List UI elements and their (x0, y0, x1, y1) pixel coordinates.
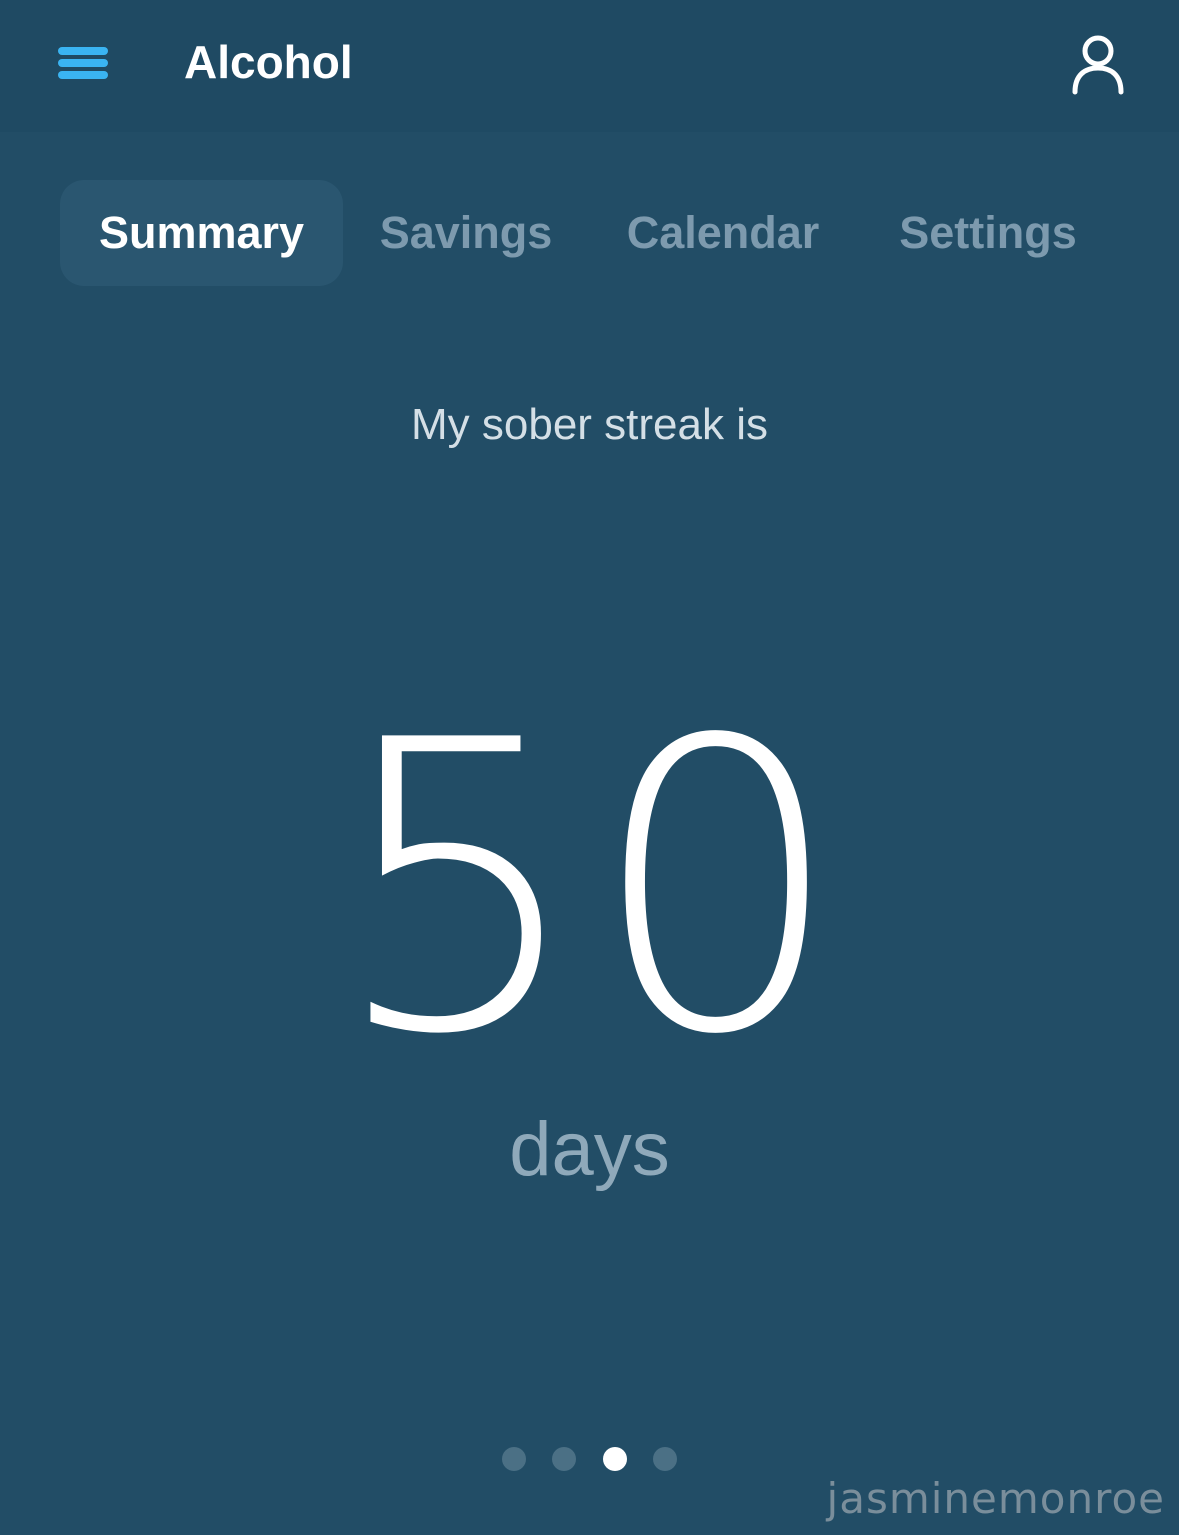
hamburger-menu-icon[interactable] (58, 44, 110, 82)
streak-count: 50 (331, 657, 848, 1122)
streak-unit: days (509, 1107, 670, 1192)
tab-settings[interactable]: Settings (870, 180, 1106, 286)
page-dot-3[interactable] (602, 1447, 627, 1471)
user-profile-icon[interactable] (1066, 32, 1130, 96)
tab-savings[interactable]: Savings (360, 180, 572, 286)
tab-calendar[interactable]: Calendar (600, 180, 846, 286)
tab-summary[interactable]: Summary (60, 180, 343, 286)
page-dot-4[interactable] (653, 1447, 678, 1471)
watermark: jasminemonroe (826, 1474, 1165, 1523)
tab-bar: Summary Savings Calendar Settings (0, 180, 1179, 288)
app-title: Alcohol (184, 36, 353, 88)
app-header: Alcohol (0, 0, 1179, 132)
page-dot-2[interactable] (552, 1447, 577, 1471)
page-indicator (0, 1447, 1179, 1473)
page-dot-1[interactable] (501, 1447, 526, 1471)
streak-label: My sober streak is (411, 400, 768, 449)
